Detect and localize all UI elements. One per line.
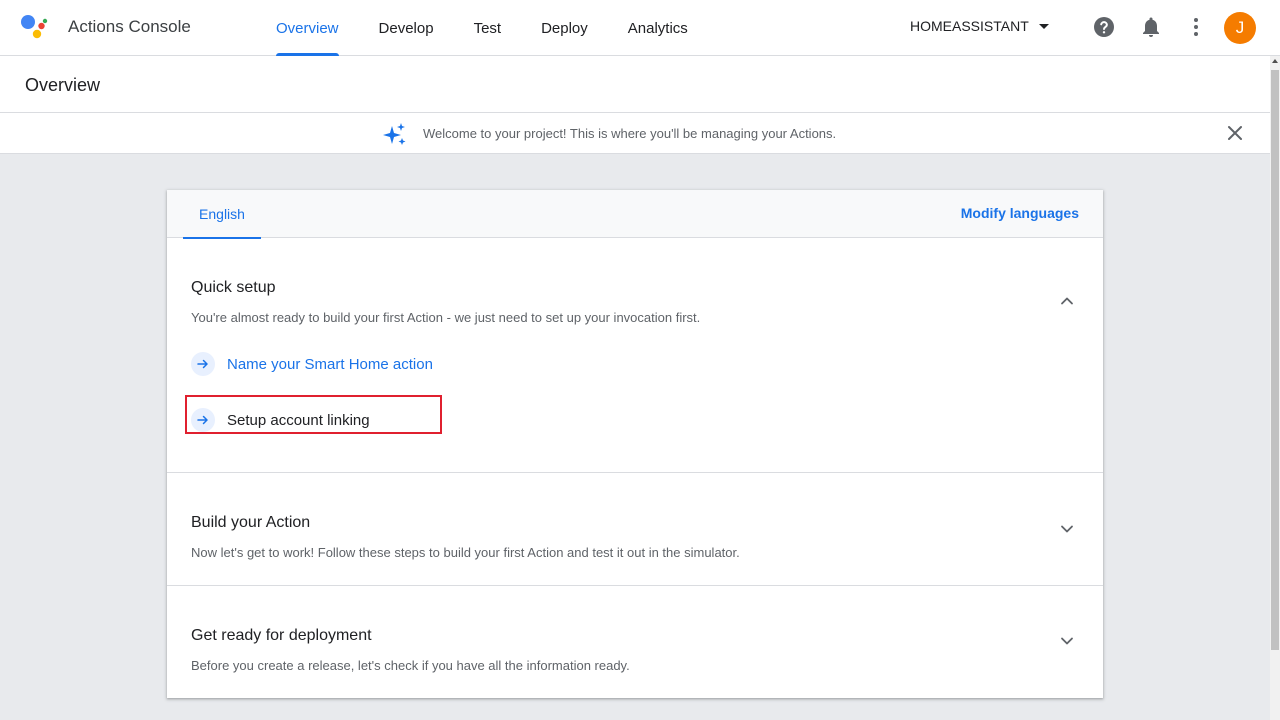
nav-tab-overview[interactable]: Overview bbox=[256, 0, 359, 56]
arrow-right-icon bbox=[191, 352, 215, 376]
notifications-icon[interactable] bbox=[1139, 15, 1163, 39]
step-setup-account-linking[interactable]: Setup account linking bbox=[191, 408, 370, 432]
step-label: Name your Smart Home action bbox=[227, 355, 433, 373]
section-title: Quick setup bbox=[191, 279, 276, 296]
nav-tab-label: Overview bbox=[276, 19, 339, 37]
top-app-bar: Actions Console Overview Develop Test De… bbox=[0, 0, 1280, 56]
nav-tab-analytics[interactable]: Analytics bbox=[608, 0, 708, 56]
nav-tab-label: Deploy bbox=[541, 19, 588, 37]
section-quick-setup: Quick setup You're almost ready to build… bbox=[167, 238, 1103, 473]
nav-tab-label: Analytics bbox=[627, 19, 688, 37]
scroll-thumb[interactable] bbox=[1271, 70, 1279, 650]
sparkle-icon bbox=[383, 123, 406, 145]
avatar[interactable]: J bbox=[1224, 12, 1256, 44]
section-get-ready-for-deployment[interactable]: Get ready for deployment Before you crea… bbox=[167, 586, 1103, 698]
nav-tab-label: Develop bbox=[378, 19, 434, 37]
help-icon[interactable] bbox=[1092, 15, 1116, 39]
project-selector[interactable]: HOMEASSISTANT bbox=[910, 18, 1049, 34]
dropdown-caret-icon bbox=[1038, 23, 1049, 29]
page-title: Overview bbox=[25, 75, 101, 95]
project-name: HOMEASSISTANT bbox=[910, 18, 1029, 34]
section-title: Build your Action bbox=[191, 514, 311, 531]
nav-tab-test[interactable]: Test bbox=[454, 0, 522, 56]
overview-card: English Modify languages Quick setup You… bbox=[167, 190, 1103, 698]
nav-tab-develop[interactable]: Develop bbox=[359, 0, 454, 56]
tab-label: English bbox=[199, 206, 245, 222]
page-header: Overview bbox=[0, 56, 1270, 113]
section-title: Get ready for deployment bbox=[191, 627, 372, 644]
chevron-down-icon[interactable] bbox=[1058, 632, 1076, 650]
scroll-up-arrow-icon[interactable] bbox=[1272, 59, 1278, 63]
section-build-your-action[interactable]: Build your Action Now let's get to work!… bbox=[167, 473, 1103, 586]
app-title: Actions Console bbox=[68, 17, 191, 36]
close-icon[interactable] bbox=[1226, 124, 1244, 142]
banner-text: Welcome to your project! This is where y… bbox=[423, 126, 837, 141]
section-description: Now let's get to work! Follow these step… bbox=[191, 545, 740, 560]
chevron-down-icon[interactable] bbox=[1058, 520, 1076, 538]
section-description: Before you create a release, let's check… bbox=[191, 658, 630, 673]
vertical-scrollbar[interactable] bbox=[1270, 56, 1280, 720]
section-description: You're almost ready to build your first … bbox=[191, 310, 701, 325]
arrow-right-icon bbox=[191, 408, 215, 432]
google-assistant-logo-icon bbox=[21, 15, 48, 39]
main-nav: Overview Develop Test Deploy Analytics bbox=[256, 0, 708, 56]
language-tabs: English Modify languages bbox=[167, 190, 1103, 239]
modify-languages-link[interactable]: Modify languages bbox=[961, 205, 1079, 221]
step-name-smart-home-action[interactable]: Name your Smart Home action bbox=[191, 352, 433, 376]
tab-english[interactable]: English bbox=[183, 190, 261, 239]
nav-tab-deploy[interactable]: Deploy bbox=[521, 0, 608, 56]
step-label: Setup account linking bbox=[227, 411, 370, 429]
welcome-banner: Welcome to your project! This is where y… bbox=[0, 113, 1270, 154]
more-vert-icon[interactable] bbox=[1184, 15, 1208, 39]
nav-tab-label: Test bbox=[473, 19, 502, 37]
chevron-up-icon[interactable] bbox=[1058, 292, 1076, 310]
